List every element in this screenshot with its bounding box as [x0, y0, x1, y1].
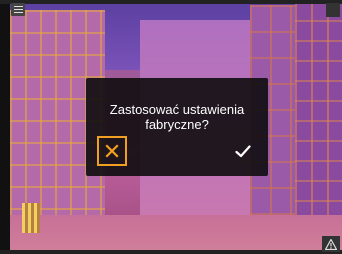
warning-icon[interactable]	[322, 236, 340, 252]
menu-icon-line	[13, 9, 23, 10]
menu-icon-line	[13, 12, 23, 13]
dialog-message: Zastosować ustawienia fabryczne?	[109, 102, 245, 132]
bottom-status-strip	[0, 250, 342, 254]
cancel-button[interactable]	[97, 136, 127, 166]
corner-indicator	[326, 3, 340, 17]
thermal-building-right-tall	[295, 0, 342, 240]
factory-reset-dialog: Zastosować ustawienia fabryczne?	[86, 78, 268, 176]
menu-icon[interactable]	[11, 3, 25, 16]
warning-triangle-icon	[325, 238, 337, 250]
top-status-strip	[0, 0, 342, 4]
thermal-ground	[10, 215, 342, 254]
thermal-door-hotspot	[22, 203, 40, 233]
menu-icon-line	[13, 6, 23, 7]
check-icon	[235, 144, 251, 157]
confirm-button[interactable]	[232, 140, 254, 162]
close-icon	[105, 144, 119, 158]
